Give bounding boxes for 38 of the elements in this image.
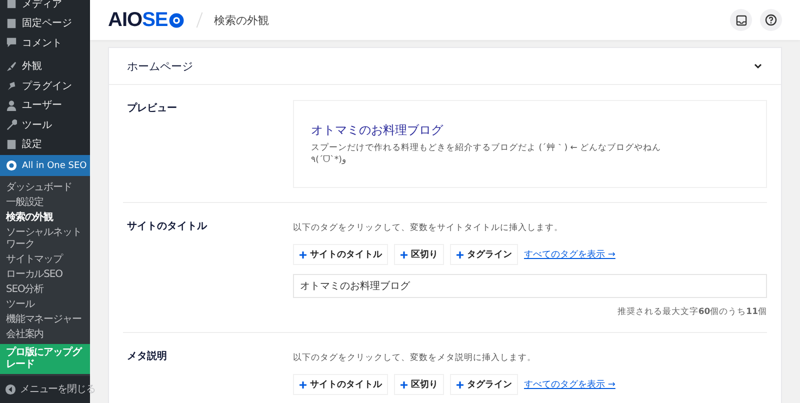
submenu-item[interactable]: サイトマップ xyxy=(0,252,90,267)
sidebar-item[interactable]: 設定 xyxy=(0,134,90,154)
sidebar-item[interactable]: ユーザー xyxy=(0,96,90,115)
sidebar-item[interactable]: ツール xyxy=(0,115,90,134)
row-label: メタ説明 xyxy=(127,350,168,364)
tag-button[interactable]: タグライン xyxy=(450,374,518,395)
submenu-item[interactable]: 検索の外観 xyxy=(0,210,90,225)
tag-button[interactable]: 区切り xyxy=(394,244,444,265)
row-label: プレビュー xyxy=(127,101,178,116)
tag-button[interactable]: タグライン xyxy=(450,244,518,265)
hint-text: 以下のタグをクリックして、変数をサイトタイトルに挿入します。 xyxy=(293,222,564,234)
logo: AIOSE xyxy=(108,8,185,32)
view-all-tags-link[interactable]: すべてのタグを表示 → xyxy=(524,378,616,391)
submenu-item[interactable]: ダッシュボード xyxy=(0,180,90,195)
submenu-item[interactable]: SEO分析 xyxy=(0,282,90,297)
row-label: サイトのタイトル xyxy=(127,220,208,234)
submenu-item[interactable]: ソーシャルネットワーク xyxy=(0,225,90,252)
input-field[interactable]: オトマミのお料理ブログ xyxy=(293,274,767,298)
submenu-item[interactable]: 会社案内 xyxy=(0,327,90,342)
sidebar-item[interactable]: 外観 xyxy=(0,56,90,76)
tag-button[interactable]: 区切り xyxy=(394,374,444,395)
tag-button[interactable]: サイトのタイトル xyxy=(293,374,388,395)
sidebar-item[interactable]: 固定ページ xyxy=(0,14,90,33)
submenu-item[interactable]: ローカルSEO xyxy=(0,267,90,282)
page-title: 検索の外観 xyxy=(214,12,269,28)
hint-text: 以下のタグをクリックして、変数をメタ説明に挿入します。 xyxy=(293,352,537,364)
preview-description: スプーンだけで作れる料理もどきを紹介するブログだよ (´艸｀) ← どんなブログやねん ٩(ˊᗜˋ*)و xyxy=(311,142,662,166)
preview-title[interactable]: オトマミのお料理ブログ xyxy=(311,122,749,139)
sidebar-item[interactable]: All in One SEO xyxy=(0,155,90,176)
submenu-item[interactable]: ツール xyxy=(0,297,90,312)
sidebar-item[interactable]: プラグイン xyxy=(0,76,90,96)
character-counter: 推奨される最大文字60個のうち11個 xyxy=(616,306,767,318)
submenu-item[interactable]: 機能マネージャー xyxy=(0,312,90,327)
tag-button[interactable]: サイトのタイトル xyxy=(293,244,388,265)
card-title: ホームページ xyxy=(127,58,193,74)
view-all-tags-link[interactable]: すべてのタグを表示 → xyxy=(524,248,616,261)
submenu-item[interactable]: 一般設定 xyxy=(0,195,90,210)
sidebar-item[interactable]: コメント xyxy=(0,33,90,52)
